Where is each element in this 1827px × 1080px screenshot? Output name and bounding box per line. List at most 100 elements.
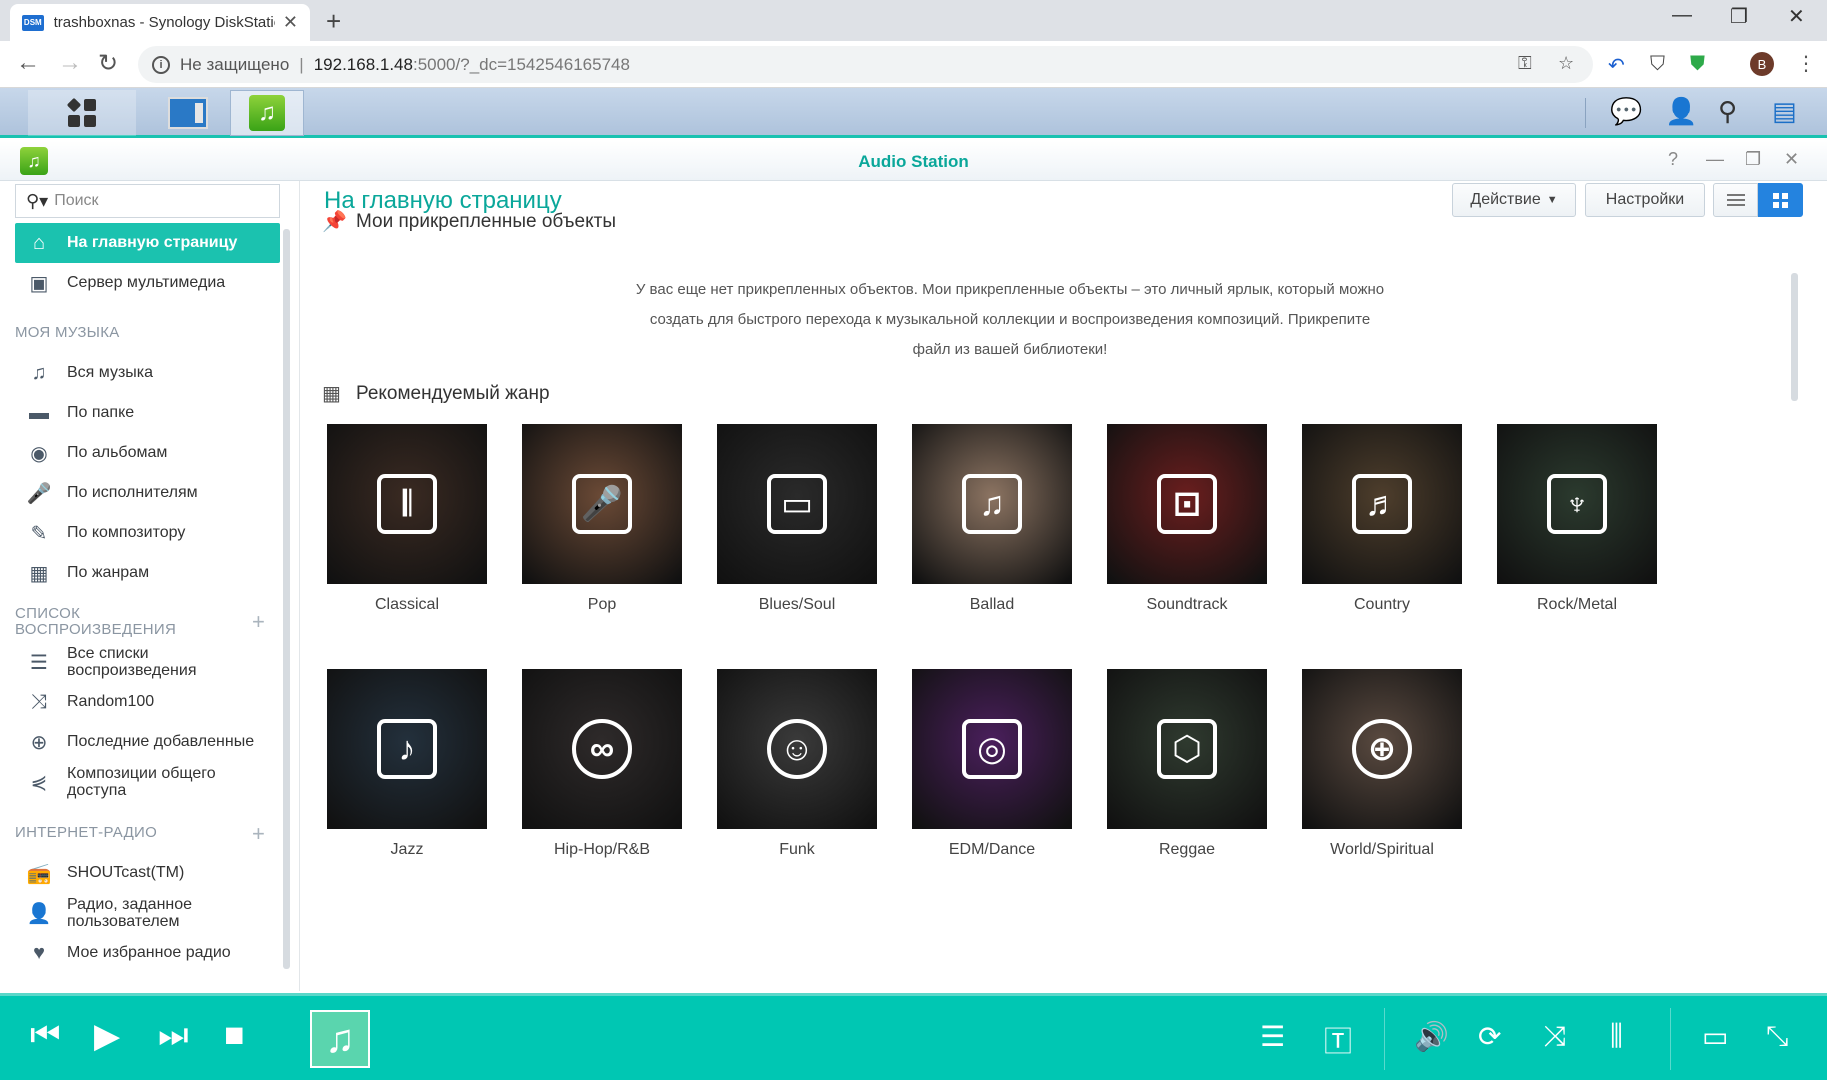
minimize-icon[interactable]: — (1672, 4, 1692, 27)
mini-player-icon[interactable]: ⤡ (1766, 1020, 1788, 1053)
repeat-icon[interactable]: ⟳ (1478, 1020, 1501, 1053)
sidebar-item-favorite-radio[interactable]: ♥ Мое избранное радио (15, 933, 280, 973)
genre-tile[interactable]: ⊕ World/Spiritual (1302, 669, 1462, 859)
sidebar-item-label: SHOUTcast(TM) (67, 864, 185, 881)
sidebar-item-by-composer[interactable]: ✎ По композитору (15, 513, 280, 553)
pocket-icon[interactable]: ⛉ (1650, 53, 1665, 76)
sidebar-item-all-playlists[interactable]: ☰ Все списки воспроизведения (15, 642, 280, 682)
sidebar-item-shoutcast[interactable]: 📻 SHOUTcast(TM) (15, 853, 280, 893)
play-queue-icon[interactable]: ☰ (1260, 1020, 1285, 1053)
genre-image: ∞ (522, 669, 682, 829)
user-icon: 👤 (26, 902, 52, 925)
genre-image: ♬ (1302, 424, 1462, 584)
tab-close-icon[interactable]: ✕ (283, 12, 298, 33)
lyrics-icon[interactable]: 🅃 (1324, 1020, 1352, 1060)
playback-device-icon[interactable]: ▭ (1702, 1020, 1728, 1053)
help-icon[interactable]: ? (1668, 149, 1678, 170)
previous-track-icon[interactable]: ⏮ (30, 1016, 61, 1055)
undo-extension-icon[interactable]: ↶ (1608, 53, 1625, 78)
pinned-empty-message: У вас еще нет прикрепленных объектов. Мо… (635, 281, 1385, 358)
genre-tile[interactable]: 𝄃 Classical (327, 424, 487, 614)
genre-tile[interactable]: ♪ Jazz (327, 669, 487, 859)
stop-icon[interactable]: ■ (224, 1016, 245, 1055)
genre-tile[interactable]: ♆ Rock/Metal (1497, 424, 1657, 614)
genre-label: World/Spiritual (1330, 841, 1434, 858)
sidebar-item-by-folder[interactable]: ▬ По папке (15, 393, 280, 433)
genre-tile[interactable]: ♬ Country (1302, 424, 1462, 614)
back-icon[interactable]: ← (16, 49, 40, 77)
info-icon[interactable]: i (152, 55, 170, 74)
list-view-button[interactable] (1713, 183, 1758, 217)
forward-icon[interactable]: → (58, 49, 82, 77)
sidebar-item-all-music[interactable]: ♫ Вся музыка (15, 353, 280, 393)
profile-avatar[interactable]: B (1750, 52, 1774, 76)
folder-icon: ▬ (29, 401, 49, 424)
genre-tile[interactable]: ▭ Blues/Soul (717, 424, 877, 614)
shield-extension-icon[interactable]: ⛊ (1690, 53, 1705, 76)
search-input[interactable]: ⚲▾ Поиск (15, 184, 280, 218)
shuffle-icon[interactable]: ⤨ (1544, 1020, 1566, 1053)
address-bar[interactable]: i Не защищено | 192.168.1.48 :5000/?_dc=… (138, 46, 1593, 83)
genre-label: Funk (779, 841, 815, 858)
bookmark-star-icon[interactable]: ☆ (1558, 53, 1574, 74)
grid-view-button[interactable] (1758, 183, 1803, 217)
url-separator: | (299, 54, 304, 74)
sidebar-item-label: Random100 (67, 693, 155, 710)
sidebar-item-label: Вся музыка (67, 364, 154, 381)
window-close-icon[interactable]: ✕ (1788, 4, 1805, 29)
restore-icon[interactable]: ❐ (1730, 4, 1748, 29)
search-icon[interactable]: ⚲ (1718, 96, 1737, 127)
new-tab-icon[interactable]: + (326, 6, 341, 37)
sidebar-item-home[interactable]: ⌂ На главную страницу (15, 223, 280, 263)
equalizer-icon[interactable]: ⫼ (1610, 1020, 1623, 1053)
genre-tile[interactable]: ☺ Funk (717, 669, 877, 859)
sidebar-item-user-radio[interactable]: 👤 Радио, заданное пользователем (15, 893, 280, 933)
genre-tile[interactable]: ◎ EDM/Dance (912, 669, 1072, 859)
action-button[interactable]: Действие ▼ (1452, 183, 1576, 217)
shuffle-icon: ⤨ (31, 690, 47, 713)
widgets-icon[interactable]: ▤ (1772, 96, 1797, 127)
security-label: Не защищено (180, 54, 290, 74)
maximize-window-icon[interactable]: ❐ (1745, 149, 1761, 170)
settings-button[interactable]: Настройки (1585, 183, 1705, 217)
genre-tile[interactable]: 🎤 Pop (522, 424, 682, 614)
browser-tab[interactable]: DSM trashboxnas - Synology DiskStation ✕ (10, 4, 310, 41)
browser-menu-icon[interactable]: ⋮ (1796, 51, 1816, 76)
add-playlist-icon[interactable]: + (252, 609, 265, 635)
sidebar-item-media-server[interactable]: ▣ Сервер мультимедиа (15, 263, 280, 303)
sidebar-item-shared-songs[interactable]: ⋞ Композиции общего доступа (15, 762, 280, 802)
genre-tile[interactable]: ⬡ Reggae (1107, 669, 1267, 859)
sidebar-item-by-album[interactable]: ◉ По альбомам (15, 433, 280, 473)
search-icon: ⚲▾ (26, 190, 49, 211)
genre-tile[interactable]: ∞ Hip-Hop/R&B (522, 669, 682, 859)
reload-icon[interactable]: ↻ (98, 49, 118, 78)
sidebar-item-by-artist[interactable]: 🎤 По исполнителям (15, 473, 280, 513)
genre-label: EDM/Dance (948, 841, 1036, 858)
sidebar-item-recently-added[interactable]: ⊕ Последние добавленные (15, 722, 280, 762)
home-icon: ⌂ (32, 231, 46, 254)
main-menu-button[interactable] (28, 90, 136, 136)
chat-icon[interactable]: 💬 (1610, 96, 1642, 127)
taskbar-app-audio-station[interactable]: ♫ (230, 90, 304, 136)
genre-tile[interactable]: ♫ Ballad (912, 424, 1072, 614)
sidebar-item-random100[interactable]: ⤨ Random100 (15, 682, 280, 722)
close-window-icon[interactable]: ✕ (1784, 149, 1799, 170)
play-icon[interactable]: ▶ (94, 1016, 120, 1056)
genre-tile[interactable]: ⊡ Soundtrack (1107, 424, 1267, 614)
browser-toolbar: ← → ↻ i Не защищено | 192.168.1.48 :5000… (0, 41, 1827, 88)
volume-icon[interactable]: 🔊 (1414, 1020, 1449, 1053)
add-radio-icon[interactable]: + (252, 821, 265, 847)
album-cover-icon[interactable]: ♫ (310, 1010, 370, 1068)
taskbar-app-file-station[interactable] (150, 90, 226, 136)
sidebar-scrollbar[interactable] (283, 229, 290, 969)
genre-grid-icon: ▦ (29, 562, 49, 585)
url-path: :5000/?_dc=1542546165748 (412, 54, 630, 74)
main-scrollbar[interactable] (1791, 273, 1798, 401)
next-track-icon[interactable]: ⏭ (158, 1016, 189, 1055)
key-icon[interactable]: ⚿ (1518, 53, 1532, 74)
main-content: На главную страницу Действие ▼ Настройки… (300, 181, 1827, 991)
file-station-icon (168, 97, 208, 129)
user-icon[interactable]: 👤 (1665, 96, 1697, 127)
minimize-window-icon[interactable]: — (1706, 149, 1724, 170)
sidebar-item-by-genre[interactable]: ▦ По жанрам (15, 553, 280, 593)
